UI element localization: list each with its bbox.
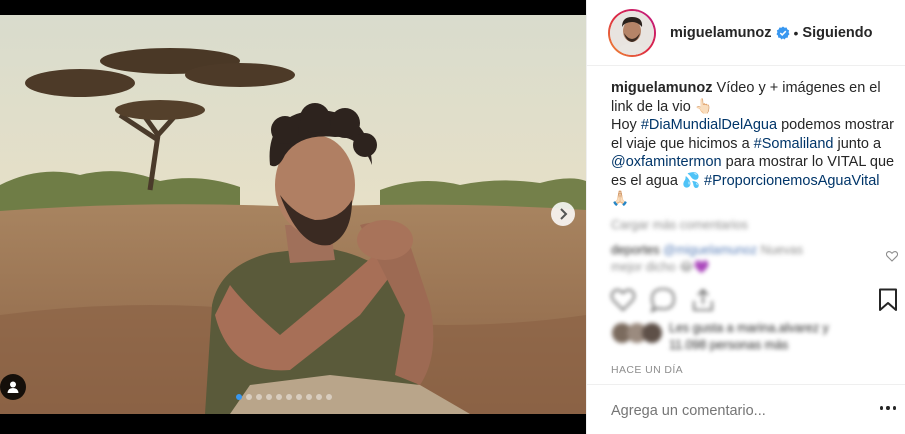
hashtag-link[interactable]: #DiaMundialDelAgua: [641, 117, 777, 133]
avatar-photo: [610, 10, 654, 55]
comment-text: Nuevas: [760, 243, 803, 257]
carousel-dot: [266, 394, 272, 400]
comment-input[interactable]: [611, 403, 851, 419]
more-dot: [892, 406, 896, 410]
comment-text: mejor dicho 😂💜: [611, 260, 710, 274]
carousel-dot: [326, 394, 332, 400]
carousel-dot: [256, 394, 262, 400]
post-username[interactable]: miguelamunoz: [670, 25, 772, 41]
post-header: miguelamunoz • Siguiendo: [587, 0, 905, 66]
likes-line: 11.098 personas más: [669, 338, 789, 352]
carousel-dot: [236, 394, 242, 400]
user-tag-icon: [7, 381, 19, 393]
emoji-point-up: 👆🏻: [694, 98, 713, 115]
bookmark-icon[interactable]: [878, 288, 898, 312]
comment-username[interactable]: deportes: [611, 243, 660, 257]
next-photo-button[interactable]: [551, 202, 575, 226]
comment-mention[interactable]: @miguelamunoz: [663, 243, 757, 257]
likes-summary[interactable]: Les gusta a marina.alvarez y 11.098 pers…: [611, 320, 871, 356]
share-icon[interactable]: [690, 287, 716, 313]
heart-icon[interactable]: [610, 287, 636, 313]
more-dot: [880, 406, 884, 410]
post-actions: [610, 285, 900, 317]
caption-text: Hoy: [611, 117, 641, 133]
separator-bullet: •: [793, 24, 799, 41]
avatar[interactable]: [608, 8, 656, 57]
post-caption: miguelamunoz Vídeo y + imágenes en el li…: [611, 79, 901, 209]
carousel-dot: [316, 394, 322, 400]
chevron-right-icon: [560, 208, 568, 220]
likes-line: Les gusta a marina.alvarez y: [669, 321, 829, 335]
emoji-drops: 💦: [681, 172, 701, 189]
comment-item: deportes @miguelamunoz Nuevas mejor dich…: [611, 242, 861, 276]
avatar-image: [610, 10, 654, 55]
carousel-dot: [306, 394, 312, 400]
carousel-indicator: [236, 394, 332, 400]
caption-text: junto a: [833, 135, 882, 152]
hashtag-link[interactable]: #ProporcionemosAguaVital: [704, 173, 879, 189]
more-dot: [886, 406, 890, 410]
user-tag-button[interactable]: [0, 374, 26, 400]
hashtag-link[interactable]: #Somaliland: [754, 136, 834, 152]
following-button[interactable]: Siguiendo: [802, 25, 872, 41]
load-more-comments[interactable]: Cargar más comentarios: [611, 218, 748, 232]
carousel-dot: [246, 394, 252, 400]
post-photo[interactable]: [0, 15, 586, 414]
post-details-panel: miguelamunoz • Siguiendo miguelamunoz Ví…: [586, 0, 905, 434]
liker-avatars: [612, 323, 662, 343]
mention-link[interactable]: @oxfamintermon: [611, 154, 722, 170]
photo-illustration: [0, 15, 586, 414]
media-panel: [0, 0, 586, 434]
carousel-dot: [286, 394, 292, 400]
more-options-icon[interactable]: [880, 406, 896, 412]
carousel-dot: [296, 394, 302, 400]
verified-badge-icon: [776, 26, 790, 39]
emoji-pray: 🙏🏻: [611, 191, 630, 207]
caption-username[interactable]: miguelamunoz: [611, 80, 713, 96]
comment-like-heart-icon[interactable]: [886, 251, 898, 262]
comment-box: [587, 384, 905, 434]
comment-icon[interactable]: [650, 287, 676, 313]
carousel-dot: [276, 394, 282, 400]
post-timestamp[interactable]: HACE UN DÍA: [611, 364, 683, 376]
